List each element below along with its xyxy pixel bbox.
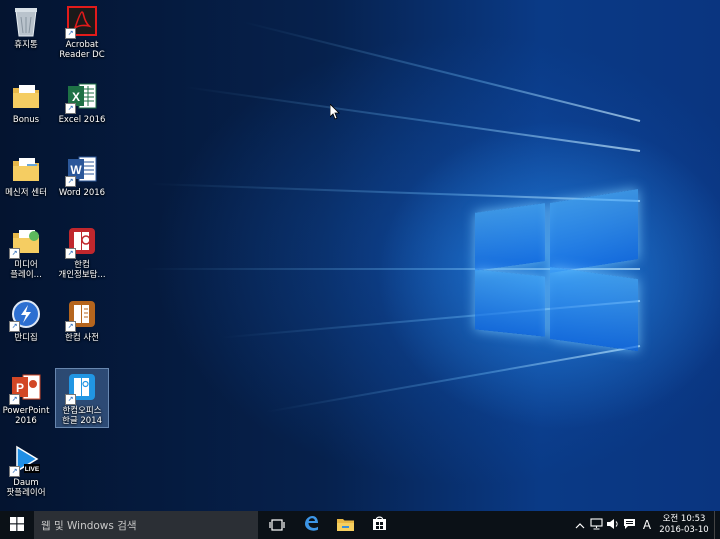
desktop-icon-label: PowerPoint 2016: [2, 406, 50, 426]
desktop-icon-messenger-center[interactable]: 메신저 센터: [1, 153, 51, 198]
store-bag-icon: [372, 515, 387, 535]
store-button[interactable]: [362, 511, 396, 539]
desktop-icon-label: 한컴 사전: [65, 333, 99, 343]
wallpaper-light-beam: [241, 20, 641, 122]
desktop-icon-label: Excel 2016: [58, 115, 106, 125]
desktop-icon-hancom-dictionary[interactable]: ↗ 한컴 사전: [57, 298, 107, 343]
svg-text:X: X: [72, 90, 80, 104]
media-folder-icon: ↗: [9, 225, 42, 259]
desktop-icon-label: 반디집: [14, 333, 38, 343]
clock-date: 2016-03-10: [659, 525, 709, 535]
wallpaper-light-beam: [150, 182, 641, 202]
desktop-icon-powerpoint[interactable]: P ↗ PowerPoint 2016: [1, 371, 51, 426]
svg-text:W: W: [70, 163, 82, 177]
desktop-icon-label: 휴지통: [14, 40, 38, 50]
volume-button[interactable]: [604, 511, 620, 539]
shortcut-arrow-icon: ↗: [65, 28, 76, 39]
shortcut-arrow-icon: ↗: [65, 321, 76, 332]
hancom-privacy-icon: ↗: [65, 225, 98, 259]
wallpaper-light-beam: [184, 85, 641, 152]
file-explorer-button[interactable]: [328, 511, 362, 539]
start-button[interactable]: [0, 511, 34, 539]
input-method-button[interactable]: A: [638, 511, 656, 539]
bandizip-icon: ↗: [9, 298, 42, 332]
wallpaper-light-beam: [265, 345, 641, 413]
wallpaper-logo-pane: [475, 203, 545, 271]
network-icon: [589, 517, 603, 533]
show-desktop-button[interactable]: [714, 511, 720, 539]
notification-icon: [623, 518, 636, 533]
shortcut-arrow-icon: ↗: [65, 394, 76, 405]
excel-icon: X ↗: [65, 80, 98, 114]
edge-browser-button[interactable]: [294, 511, 328, 539]
task-view-button[interactable]: [260, 511, 294, 539]
folder-icon: [336, 516, 354, 535]
desktop-icon-label: Word 2016: [58, 188, 106, 198]
word-icon: W ↗: [65, 153, 98, 187]
wallpaper-logo-pane: [475, 269, 545, 337]
input-method-label: A: [642, 518, 652, 532]
desktop-icon-label: Bonus: [12, 115, 40, 125]
clock[interactable]: 오전 10:53 2016-03-10: [656, 514, 712, 536]
desktop-icon-daum-potplayer[interactable]: LIVE ↗ Daum 팟플레이어: [1, 443, 51, 498]
shortcut-arrow-icon: ↗: [9, 394, 20, 405]
folder-icon: [10, 153, 42, 185]
wallpaper-logo-pane: [550, 266, 638, 352]
volume-icon: [606, 518, 619, 533]
shortcut-arrow-icon: ↗: [9, 321, 20, 332]
shortcut-arrow-icon: ↗: [65, 248, 76, 259]
shortcut-arrow-icon: ↗: [9, 248, 20, 259]
clock-time: 오전 10:53: [662, 514, 706, 524]
desktop-icon-word[interactable]: W ↗ Word 2016: [57, 153, 107, 198]
shortcut-arrow-icon: ↗: [9, 466, 20, 477]
shortcut-arrow-icon: ↗: [65, 176, 76, 187]
chevron-up-icon: [575, 519, 585, 532]
desktop-icon-label: 한컴 개인정보탐...: [58, 260, 106, 280]
desktop-icon-hancom-hangul[interactable]: ↗ 한컴오피스 한글 2014: [55, 368, 109, 428]
search-placeholder: 웹 및 Windows 검색: [41, 519, 137, 532]
desktop-icon-label: Acrobat Reader DC: [59, 40, 105, 60]
desktop[interactable]: 휴지통 ↗ Acrobat Reader DC Bonus X ↗ Excel …: [0, 0, 720, 511]
shortcut-arrow-icon: ↗: [65, 103, 76, 114]
svg-text:P: P: [16, 381, 24, 395]
powerpoint-icon: P ↗: [9, 371, 42, 405]
mouse-cursor-icon: [329, 103, 340, 124]
desktop-icon-acrobat-reader[interactable]: ↗ Acrobat Reader DC: [57, 5, 107, 60]
desktop-icon-recycle-bin[interactable]: 휴지통: [1, 5, 51, 50]
show-hidden-icons-button[interactable]: [572, 511, 588, 539]
desktop-icon-label: Daum 팟플레이어: [6, 478, 46, 498]
desktop-icon-label: 미디어 플레이...: [10, 260, 42, 280]
svg-text:LIVE: LIVE: [25, 466, 40, 473]
desktop-icon-bandizip[interactable]: ↗ 반디집: [1, 298, 51, 343]
desktop-icon-label: 메신저 센터: [5, 188, 47, 198]
system-tray: A 오전 10:53 2016-03-10: [572, 511, 720, 539]
hancom-hangul-icon: ↗: [65, 371, 98, 405]
network-button[interactable]: [588, 511, 604, 539]
desktop-icon-hancom-privacy[interactable]: ↗ 한컴 개인정보탐...: [57, 225, 107, 280]
action-center-button[interactable]: [620, 511, 638, 539]
acrobat-reader-icon: ↗: [65, 5, 98, 39]
desktop-icon-excel[interactable]: X ↗ Excel 2016: [57, 80, 107, 125]
recycle-bin-icon: [10, 5, 42, 37]
potplayer-icon: LIVE ↗: [9, 443, 42, 477]
windows-logo-icon: [10, 516, 24, 535]
hancom-dictionary-icon: ↗: [65, 298, 98, 332]
wallpaper-logo-pane: [550, 189, 638, 273]
folder-icon: [10, 80, 42, 112]
search-input[interactable]: 웹 및 Windows 검색: [34, 511, 258, 539]
desktop-icon-media-player[interactable]: ↗ 미디어 플레이...: [1, 225, 51, 280]
edge-icon: [303, 515, 319, 535]
desktop-icon-bonus[interactable]: Bonus: [1, 80, 51, 125]
task-view-icon: [269, 516, 285, 535]
desktop-icon-label: 한컴오피스 한글 2014: [62, 406, 102, 426]
taskbar: 웹 및 Windows 검색 A 오전 10:53 2016-03-10: [0, 511, 720, 539]
